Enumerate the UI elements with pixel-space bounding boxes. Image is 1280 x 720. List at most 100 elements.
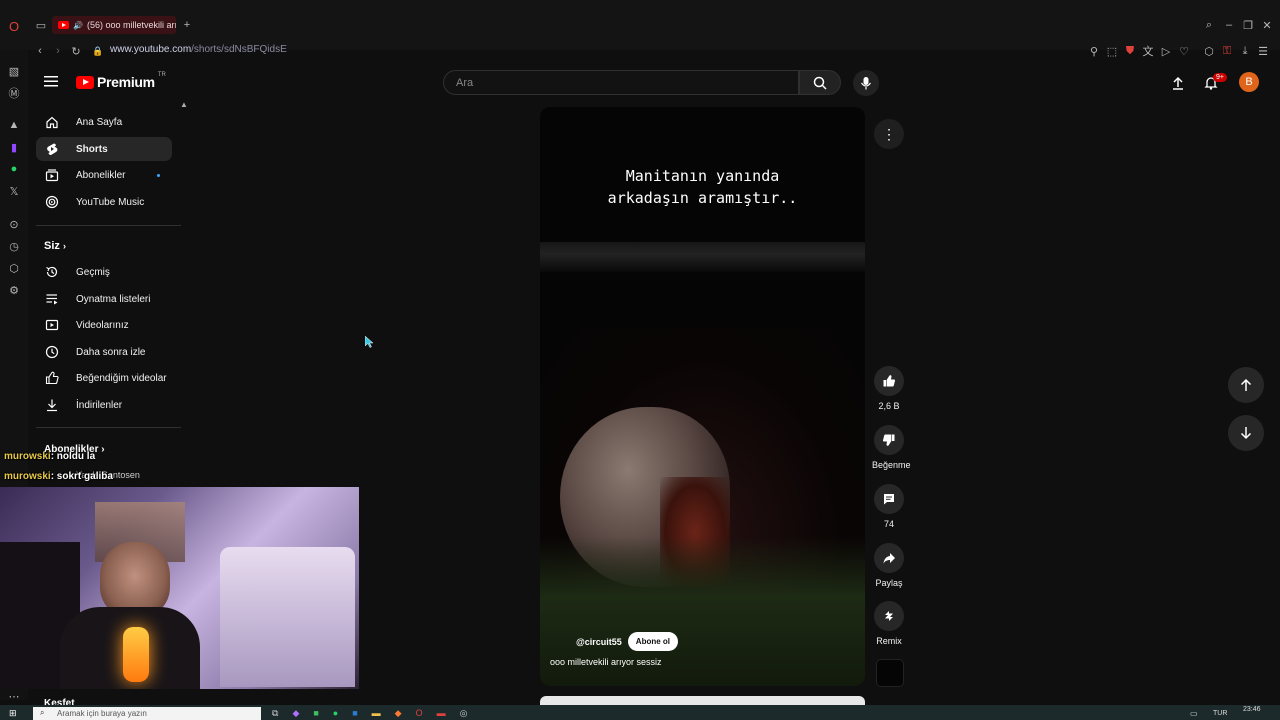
sidebar-item-playlists[interactable]: Oynatma listeleri bbox=[36, 287, 172, 311]
menu-icon[interactable]: ☰ bbox=[1256, 44, 1270, 58]
file-explorer-icon[interactable]: ▬ bbox=[372, 708, 381, 720]
search-tabs-icon[interactable]: ⌕ bbox=[1202, 18, 1216, 32]
reload-icon[interactable]: ↻ bbox=[69, 44, 83, 58]
like-action[interactable]: 2,6 B bbox=[872, 366, 906, 411]
new-tab-button[interactable]: + bbox=[180, 18, 194, 32]
sidebar-divider bbox=[36, 225, 181, 226]
whatsapp-icon[interactable]: ● bbox=[7, 162, 21, 176]
sidebar-item-your-videos[interactable]: Videolarınız bbox=[36, 313, 172, 337]
aria-icon[interactable]: ▲ bbox=[7, 118, 21, 132]
sidebar-scroll-up-icon[interactable]: ▲ bbox=[180, 100, 188, 109]
hamburger-menu-icon[interactable] bbox=[44, 74, 60, 88]
task-view-icon[interactable]: ⧉ bbox=[272, 708, 278, 720]
share-button[interactable] bbox=[874, 543, 904, 573]
tab-switcher-icon[interactable]: ▭ bbox=[34, 18, 48, 32]
sidebar-item-downloads[interactable]: İndirilenler bbox=[36, 393, 172, 417]
history-sidebar-icon[interactable]: ◷ bbox=[7, 239, 21, 253]
caption-line-2: arkadaşın aramıştır.. bbox=[607, 189, 798, 207]
app-icon[interactable]: ■ bbox=[352, 708, 357, 720]
restore-icon[interactable]: ❐ bbox=[1241, 18, 1255, 32]
sidebar-item-watch-later[interactable]: Daha sonra izle bbox=[36, 340, 172, 364]
taskbar-clock[interactable]: 23:46 bbox=[1243, 706, 1261, 713]
dislike-action[interactable]: Beğenme bbox=[872, 425, 911, 470]
chevron-right-icon: › bbox=[101, 444, 105, 455]
forward-icon[interactable]: › bbox=[51, 44, 65, 58]
player-icon[interactable]: ▷ bbox=[1159, 44, 1173, 58]
dislike-button[interactable] bbox=[874, 425, 904, 455]
taskbar-search-input[interactable]: Aramak için buraya yazın bbox=[33, 707, 261, 720]
you-section-header[interactable]: Siz › bbox=[44, 240, 66, 252]
more-options-icon[interactable]: ⋮ bbox=[874, 119, 904, 149]
next-short-preview[interactable] bbox=[540, 696, 865, 705]
app-icon[interactable]: ■ bbox=[313, 708, 318, 720]
mouse-cursor-icon bbox=[365, 336, 374, 348]
sidebar-item-history[interactable]: Geçmiş bbox=[36, 260, 172, 284]
minimize-icon[interactable]: – bbox=[1222, 18, 1236, 32]
language-indicator[interactable]: TUR bbox=[1213, 710, 1227, 717]
sidebar-item-shorts[interactable]: Shorts bbox=[36, 137, 172, 161]
settings-icon[interactable]: ⚙ bbox=[7, 283, 21, 297]
workspaces-icon[interactable]: ▧ bbox=[7, 64, 21, 78]
opera-taskbar-icon[interactable]: O bbox=[416, 708, 423, 720]
avatar[interactable]: B bbox=[1239, 72, 1259, 92]
like-button[interactable] bbox=[874, 366, 904, 396]
url-path: /shorts/sdNsBFQidsE bbox=[191, 44, 287, 55]
sidebar-item-liked-videos[interactable]: Beğendiğim videolar bbox=[36, 366, 172, 390]
thumbs-down-icon bbox=[882, 434, 895, 446]
app-icon[interactable]: ◆ bbox=[292, 708, 299, 720]
opera-logo-icon[interactable]: O bbox=[7, 19, 21, 34]
remix-action[interactable]: Remix bbox=[872, 601, 906, 646]
sidebar-item-youtube-music[interactable]: YouTube Music bbox=[36, 190, 172, 214]
sound-thumbnail[interactable] bbox=[876, 659, 904, 687]
address-bar[interactable]: www.youtube.com/shorts/sdNsBFQidsE bbox=[110, 44, 287, 55]
sidebar-divider bbox=[36, 427, 181, 428]
download-icon[interactable]: ⤓ bbox=[1238, 44, 1252, 58]
x-icon[interactable]: 𝕏 bbox=[7, 184, 21, 198]
channel-handle[interactable]: @circuit55 bbox=[576, 637, 622, 647]
sidebar-item-label: Videolarınız bbox=[76, 319, 129, 331]
search-button[interactable] bbox=[799, 70, 841, 95]
close-window-icon[interactable]: ✕ bbox=[1260, 18, 1274, 32]
sidebar-item-home[interactable]: Ana Sayfa bbox=[36, 110, 172, 134]
search-icon bbox=[813, 76, 827, 90]
extensions-sidebar-icon[interactable]: ⬡ bbox=[7, 261, 21, 275]
back-icon[interactable]: ‹ bbox=[33, 44, 47, 58]
snapshot-icon[interactable]: ⬚ bbox=[1105, 44, 1119, 58]
short-title[interactable]: ooo milletvekili arıyor sessiz bbox=[550, 657, 662, 667]
app-icon[interactable]: ◎ bbox=[460, 708, 468, 720]
heart-icon[interactable]: ♡ bbox=[1177, 44, 1191, 58]
extensions-icon[interactable]: ⬡ bbox=[1202, 44, 1216, 58]
tab-active[interactable]: 🔊 (56) ooo milletvekili arıyor bbox=[52, 16, 176, 34]
voice-search-button[interactable] bbox=[853, 70, 879, 96]
upload-icon[interactable] bbox=[1171, 76, 1185, 95]
app-icon[interactable]: ◆ bbox=[395, 708, 402, 720]
next-short-button[interactable] bbox=[1228, 415, 1264, 451]
comment-icon bbox=[884, 494, 894, 505]
short-video-player[interactable]: Manitanın yanında arkadaşın aramıştır.. … bbox=[540, 107, 865, 686]
sidebar-item-subscriptions[interactable]: Abonelikler bbox=[36, 163, 172, 187]
m-icon[interactable]: Ⓜ bbox=[7, 86, 21, 100]
wallet-icon[interactable]: ⚿ bbox=[1220, 44, 1234, 58]
webcam-couch bbox=[220, 547, 355, 687]
app-icon[interactable]: ▬ bbox=[437, 708, 446, 720]
comments-action[interactable]: 74 bbox=[872, 484, 906, 529]
previous-short-button[interactable] bbox=[1228, 367, 1264, 403]
keyboard-icon[interactable]: ▭ bbox=[1190, 709, 1198, 718]
windows-start-icon[interactable]: ⊞ bbox=[9, 708, 17, 719]
comments-button[interactable] bbox=[874, 484, 904, 514]
youtube-premium-logo[interactable]: Premium TR bbox=[76, 72, 166, 90]
adblock-icon[interactable]: ⛊ bbox=[1123, 44, 1137, 58]
subscriptions-icon bbox=[45, 168, 59, 182]
twitch-icon[interactable]: ▮ bbox=[7, 140, 21, 154]
player-sidebar-icon[interactable]: ⊙ bbox=[7, 217, 21, 231]
pin-icon[interactable]: ⚲ bbox=[1087, 44, 1101, 58]
youtube-play-icon bbox=[76, 75, 94, 89]
translate-icon[interactable]: 文 bbox=[1141, 44, 1155, 58]
search-input[interactable]: Ara bbox=[443, 70, 799, 95]
more-icon[interactable]: ⋯ bbox=[7, 689, 21, 703]
lock-icon: 🔒 bbox=[92, 45, 104, 56]
share-action[interactable]: Paylaş bbox=[872, 543, 906, 588]
app-icon[interactable]: ● bbox=[333, 708, 338, 720]
remix-button[interactable] bbox=[874, 601, 904, 631]
subscribe-button[interactable]: Abone ol bbox=[627, 632, 679, 651]
